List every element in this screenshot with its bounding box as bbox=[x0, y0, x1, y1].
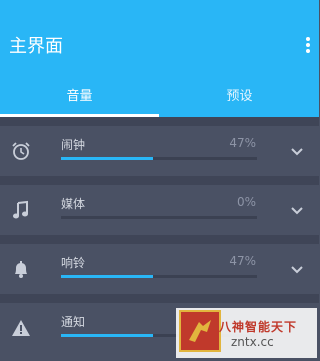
watermark: 八神智能天下 zntx.cc bbox=[176, 308, 317, 358]
alarm-clock-icon bbox=[10, 140, 32, 162]
volume-slider[interactable] bbox=[61, 157, 257, 160]
chevron-down-icon[interactable] bbox=[290, 201, 304, 215]
volume-slider[interactable] bbox=[61, 275, 257, 278]
app-bar: 主界面 bbox=[0, 0, 319, 80]
row-label: 媒体 bbox=[61, 197, 86, 211]
volume-slider[interactable] bbox=[61, 216, 257, 219]
row-label: 通知 bbox=[61, 315, 86, 329]
volume-percent: 47% bbox=[229, 254, 256, 268]
warning-icon bbox=[10, 317, 32, 339]
more-vert-icon[interactable] bbox=[305, 37, 311, 55]
divider bbox=[0, 294, 319, 303]
watermark-logo bbox=[179, 310, 221, 352]
list-item-ringer[interactable]: 响铃 47% bbox=[0, 244, 319, 294]
divider bbox=[0, 117, 319, 126]
list-item-alarm[interactable]: 闹钟 47% bbox=[0, 126, 319, 176]
slider-fill bbox=[61, 157, 154, 160]
divider bbox=[0, 235, 319, 244]
row-label: 响铃 bbox=[61, 256, 86, 270]
watermark-url: zntx.cc bbox=[231, 335, 274, 349]
volume-percent: 47% bbox=[229, 136, 256, 150]
bell-icon bbox=[10, 258, 32, 280]
watermark-title: 八神智能天下 bbox=[219, 320, 298, 334]
tab-bar: 音量 预设 bbox=[0, 80, 319, 117]
chevron-down-icon[interactable] bbox=[290, 260, 304, 274]
slider-fill bbox=[61, 275, 154, 278]
divider bbox=[0, 176, 319, 185]
tab-presets[interactable]: 预设 bbox=[160, 80, 319, 117]
music-note-icon bbox=[10, 199, 32, 221]
chevron-down-icon[interactable] bbox=[290, 142, 304, 156]
tab-volume[interactable]: 音量 bbox=[0, 80, 159, 117]
row-label: 闹钟 bbox=[61, 138, 86, 152]
list-item-media[interactable]: 媒体 0% bbox=[0, 185, 319, 235]
page-title: 主界面 bbox=[9, 36, 63, 57]
volume-percent: 0% bbox=[236, 195, 256, 209]
slider-fill bbox=[61, 334, 154, 337]
